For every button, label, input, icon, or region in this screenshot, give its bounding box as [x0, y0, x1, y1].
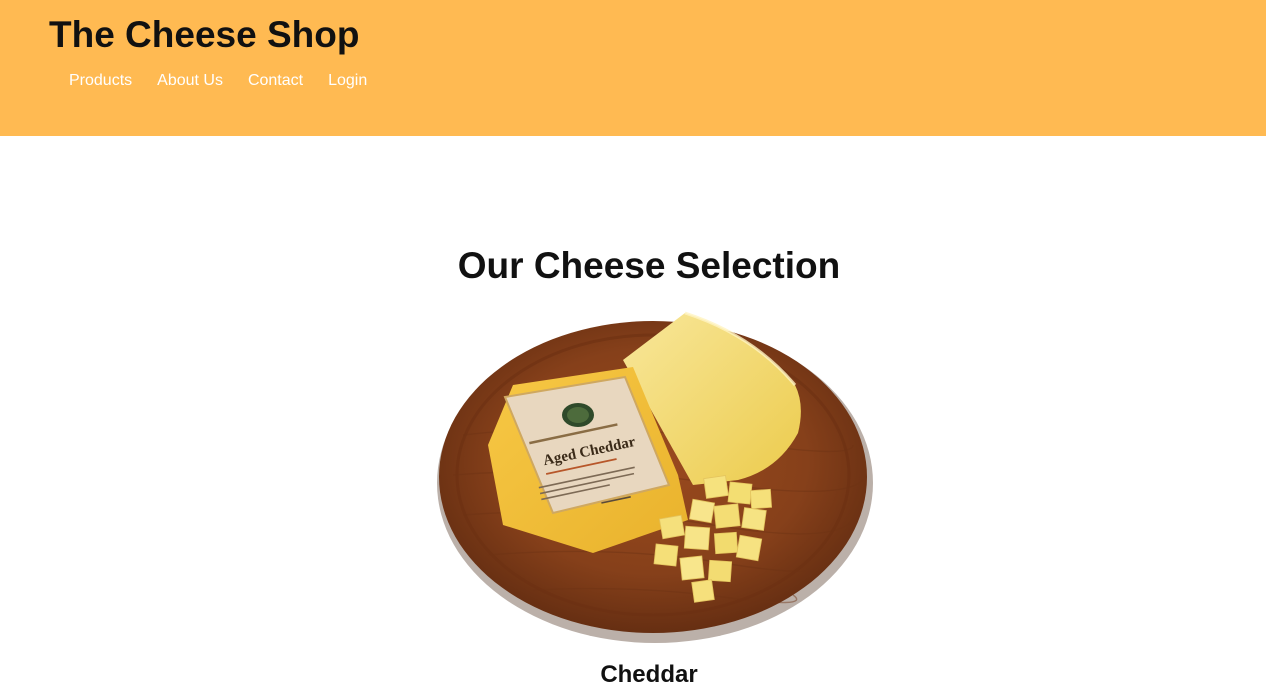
nav-link-about-us[interactable]: About Us — [157, 71, 223, 91]
site-title: The Cheese Shop — [49, 14, 360, 55]
section-title: Our Cheese Selection — [457, 245, 841, 286]
nav-link-products[interactable]: Products — [69, 71, 132, 91]
nav-link-contact[interactable]: Contact — [248, 71, 303, 91]
main-nav: Products About Us Contact Login — [69, 71, 367, 91]
nav-link-login[interactable]: Login — [328, 71, 367, 91]
cheddar-photo: Aged Cheddar — [393, 305, 903, 645]
site-header: The Cheese Shop Products About Us Contac… — [0, 0, 1266, 136]
product-name: Cheddar — [600, 661, 698, 688]
cheddar-product-image: Aged Cheddar — [393, 305, 903, 645]
